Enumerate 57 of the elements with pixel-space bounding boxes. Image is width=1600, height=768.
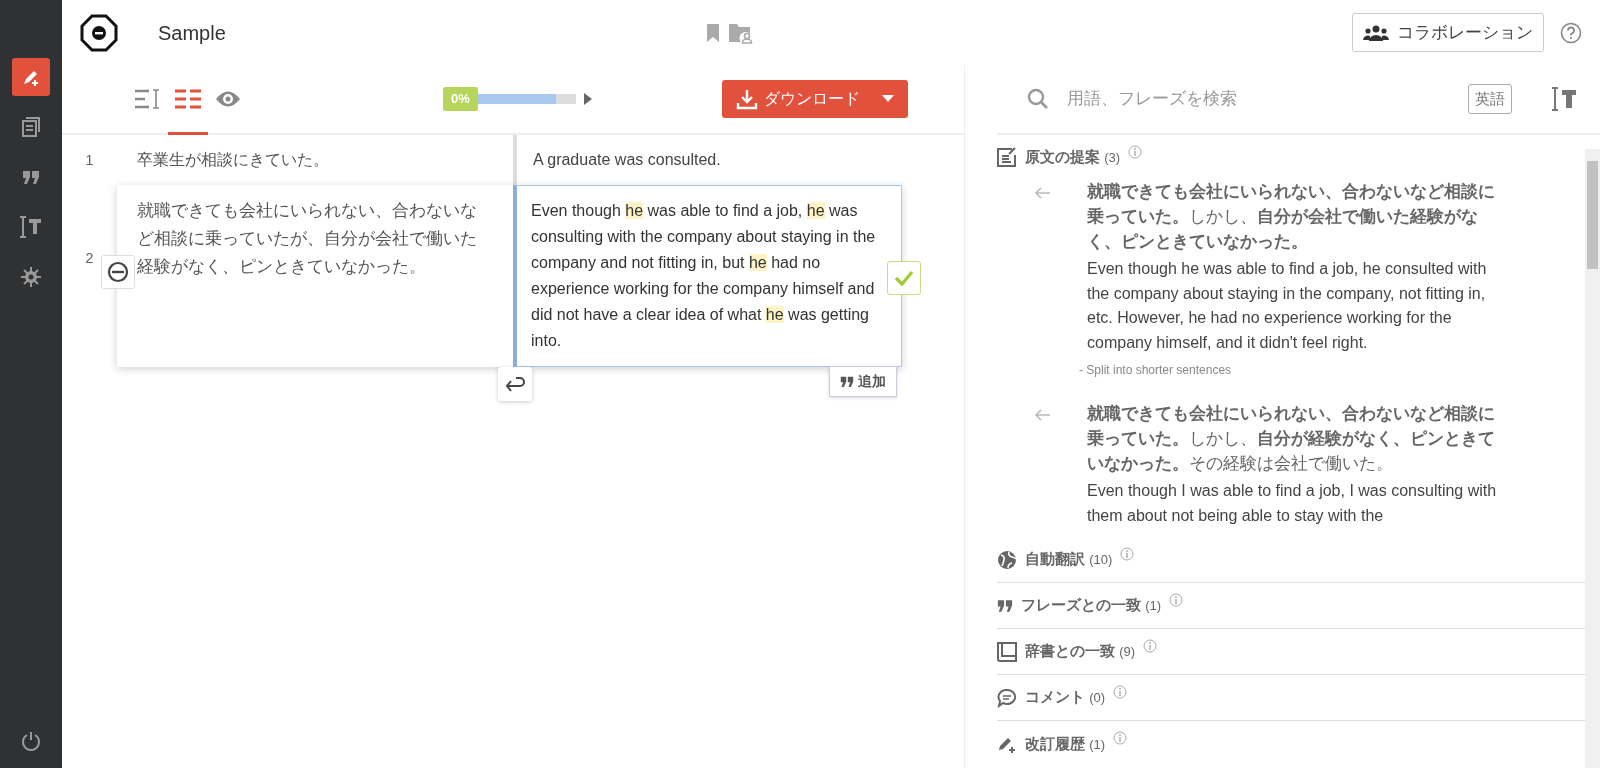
enter-button[interactable] — [498, 367, 532, 401]
suggestion-source[interactable]: 就職できても会社にいられない、合わないなど相談に乗っていた。しかし、自分が経験がなく、ピンときていなかった。その経験は会社で働いた。 — [1087, 401, 1502, 476]
download-button[interactable]: ダウンロード — [721, 80, 908, 118]
language-button[interactable]: 英語 — [1468, 83, 1512, 115]
translation-text: A graduate was consulted. — [533, 150, 721, 170]
download-icon — [735, 88, 758, 110]
text-size-icon[interactable] — [1552, 87, 1578, 111]
help-icon[interactable] — [1560, 21, 1582, 44]
scrollbar-thumb[interactable] — [1587, 161, 1598, 269]
check-icon — [894, 270, 914, 286]
section-title[interactable]: フレーズとの一致 (1) — [1021, 594, 1162, 617]
source-text: 就職できても会社にいられない、合わないなど相談に乗っていたが、自分が会社で働いた経験がなく、ピンときていなかった。 — [137, 200, 478, 278]
progress-badge: 0% — [443, 87, 478, 111]
section-title[interactable]: 改訂履歴 (1) — [1025, 732, 1106, 756]
section-title[interactable]: 自動翻訳 (10) — [1025, 548, 1113, 571]
play-icon[interactable] — [583, 93, 592, 105]
people-icon — [1363, 24, 1389, 41]
document-title: Sample — [158, 20, 226, 46]
info-icon[interactable] — [1113, 731, 1128, 745]
info-icon[interactable] — [1128, 145, 1143, 159]
remove-button[interactable] — [101, 255, 135, 289]
section-title[interactable]: 原文の提案 (3) — [1025, 145, 1121, 169]
suggestion-icon — [997, 147, 1017, 167]
confirm-button[interactable] — [887, 261, 921, 295]
power-icon[interactable] — [21, 730, 41, 751]
search-icon[interactable] — [1027, 88, 1049, 110]
add-button[interactable]: 追加 — [829, 366, 897, 397]
book-icon — [997, 641, 1017, 662]
info-icon[interactable] — [1169, 593, 1184, 607]
minus-circle-icon — [107, 261, 129, 283]
suggestion-translation[interactable]: Even though he was able to find a job, he consulted with the company about staying in the company, not fitting in, etc. However, he had no experience working for the company himself, and it didn't feel right. — [1087, 257, 1502, 355]
edit-icon[interactable] — [12, 58, 50, 96]
insert-arrow-icon[interactable] — [1034, 187, 1050, 199]
source-text: 卒業生が相談にきていた。 — [136, 150, 330, 170]
row-number: 2 — [84, 248, 95, 268]
shared-folder-icon[interactable] — [727, 21, 754, 44]
section-title[interactable]: 辞書との一致 (9) — [1025, 640, 1136, 663]
bookmark-icon[interactable] — [705, 22, 720, 43]
insert-arrow-icon[interactable] — [1034, 409, 1050, 421]
caret-icon — [881, 95, 894, 103]
info-icon[interactable] — [1113, 685, 1128, 699]
logo-icon — [80, 13, 118, 52]
scrollbar[interactable] — [1585, 149, 1600, 768]
comment-icon — [997, 687, 1017, 708]
info-icon[interactable] — [1120, 547, 1135, 561]
section-title[interactable]: コメント (0) — [1025, 686, 1106, 709]
info-icon[interactable] — [1143, 639, 1158, 653]
collaboration-button[interactable]: コラボレーション — [1352, 12, 1544, 53]
search-field[interactable]: 用語、フレーズを検索 — [1065, 85, 1468, 113]
suggestion-translation[interactable]: Even though I was able to find a job, I was consulting with them about not being able to stay with the — [1087, 479, 1502, 528]
quote-icon — [840, 376, 854, 387]
row-number: 1 — [84, 149, 95, 170]
quote-icon — [997, 599, 1013, 612]
return-icon — [504, 376, 526, 392]
suggestion-source[interactable]: 就職できても会社にいられない、合わないなど相談に乗っていた。しかし、自分が会社で働いた経験がなく、ピンときていなかった。 — [1087, 179, 1502, 254]
globe-icon — [997, 549, 1017, 570]
suggestion-note: - Split into shorter sentences — [1079, 362, 1233, 379]
